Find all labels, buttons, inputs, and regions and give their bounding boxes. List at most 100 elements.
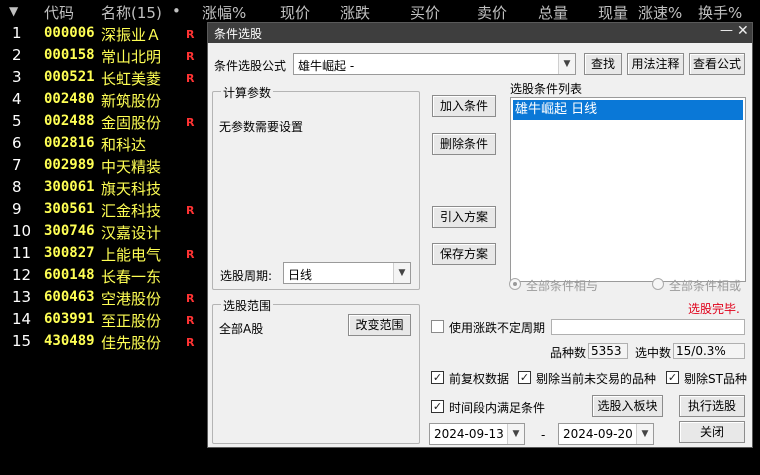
find-button[interactable]: 查找 bbox=[584, 53, 622, 75]
close-icon[interactable]: ✕ bbox=[737, 23, 749, 39]
end-date-picker[interactable]: 2024-09-20 ▼ bbox=[558, 423, 654, 445]
exclude-untraded-checkbox[interactable]: ✓ bbox=[518, 371, 531, 384]
stock-code: 002488 bbox=[44, 113, 95, 129]
row-index: 8 bbox=[12, 178, 22, 196]
stock-code: 002480 bbox=[44, 91, 95, 107]
row-index: 2 bbox=[12, 46, 22, 64]
col-change-pct[interactable]: 涨幅% bbox=[202, 2, 246, 23]
exclude-st-checkbox[interactable]: ✓ bbox=[666, 371, 679, 384]
to-block-button[interactable]: 选股入板块 bbox=[592, 395, 663, 417]
minimize-icon[interactable]: — bbox=[720, 23, 733, 38]
stock-name: 汇金科技 bbox=[101, 202, 162, 220]
condition-list[interactable]: 雄牛崛起 日线 bbox=[510, 97, 746, 282]
stock-name: 常山北明 bbox=[101, 48, 162, 66]
col-turnover[interactable]: 换手% bbox=[698, 2, 742, 23]
view-formula-button[interactable]: 查看公式 bbox=[689, 53, 745, 75]
table-header: ▼ 代码 名称(15) • 涨幅% 现价 涨跌 买价 卖价 总量 现量 涨速% … bbox=[0, 0, 760, 22]
import-plan-button[interactable]: 引入方案 bbox=[432, 206, 496, 228]
delete-condition-button[interactable]: 删除条件 bbox=[432, 133, 496, 155]
list-item[interactable]: 雄牛崛起 日线 bbox=[513, 100, 743, 120]
col-volume[interactable]: 总量 bbox=[538, 2, 568, 23]
fq-data-checkbox[interactable]: ✓ bbox=[431, 371, 444, 384]
condition-list-title: 选股条件列表 bbox=[510, 82, 583, 96]
stock-code: 603991 bbox=[44, 311, 95, 327]
row-index: 12 bbox=[12, 266, 32, 284]
col-speed[interactable]: 涨速% bbox=[638, 2, 682, 23]
row-index: 1 bbox=[12, 24, 22, 42]
status-text: 选股完毕. bbox=[688, 302, 740, 316]
params-group-title: 计算参数 bbox=[221, 84, 274, 101]
chevron-down-icon[interactable]: ▼ bbox=[393, 263, 410, 283]
col-change[interactable]: 涨跌 bbox=[340, 2, 370, 23]
stock-name: 金固股份 bbox=[101, 114, 162, 132]
stock-code: 300746 bbox=[44, 223, 95, 239]
row-index: 15 bbox=[12, 332, 32, 350]
start-date-value: 2024-09-13 bbox=[434, 427, 504, 441]
start-date-picker[interactable]: 2024-09-13 ▼ bbox=[429, 423, 525, 445]
range-group-title: 选股范围 bbox=[221, 297, 274, 314]
margin-flag: R bbox=[186, 50, 195, 63]
chevron-down-icon[interactable]: ▼ bbox=[636, 424, 653, 444]
change-period-input[interactable] bbox=[551, 319, 745, 335]
col-name[interactable]: 名称(15) bbox=[101, 2, 162, 23]
end-date-value: 2024-09-20 bbox=[563, 427, 633, 441]
col-price[interactable]: 现价 bbox=[280, 2, 310, 23]
chevron-down-icon[interactable]: ▼ bbox=[558, 54, 575, 74]
selected-label: 选中数 bbox=[635, 346, 672, 360]
use-change-period-checkbox[interactable] bbox=[431, 320, 444, 333]
formula-select[interactable]: 雄牛崛起 - ▼ bbox=[293, 53, 576, 75]
stock-code: 000006 bbox=[44, 25, 95, 41]
margin-flag: R bbox=[186, 28, 195, 41]
stock-name: 上能电气 bbox=[101, 246, 162, 264]
row-index: 9 bbox=[12, 200, 22, 218]
stock-name: 旗天科技 bbox=[101, 180, 162, 198]
and-conditions-radio[interactable] bbox=[509, 278, 521, 290]
stock-name: 新筑股份 bbox=[101, 92, 162, 110]
dialog-titlebar[interactable]: 条件选股 — ✕ bbox=[208, 23, 752, 43]
stock-code: 300561 bbox=[44, 201, 95, 217]
col-cur-volume[interactable]: 现量 bbox=[598, 2, 628, 23]
usage-notes-button[interactable]: 用法注释 bbox=[627, 53, 684, 75]
row-index: 11 bbox=[12, 244, 32, 262]
period-select[interactable]: 日线 ▼ bbox=[283, 262, 411, 284]
stock-name: 深振业Ａ bbox=[101, 26, 162, 44]
stock-code: 002816 bbox=[44, 135, 95, 151]
use-change-period-label: 使用涨跌不定周期 bbox=[449, 321, 546, 335]
stock-code: 000521 bbox=[44, 69, 95, 85]
add-condition-button[interactable]: 加入条件 bbox=[432, 95, 496, 117]
col-ask[interactable]: 卖价 bbox=[477, 2, 507, 23]
stock-name: 佳先股份 bbox=[101, 334, 162, 352]
row-index: 6 bbox=[12, 134, 22, 152]
or-conditions-label: 全部条件相或 bbox=[669, 279, 742, 293]
chevron-down-icon[interactable]: ▼ bbox=[507, 424, 524, 444]
or-conditions-radio[interactable] bbox=[652, 278, 664, 290]
row-index: 14 bbox=[12, 310, 32, 328]
sort-toggle[interactable]: ▼ bbox=[9, 4, 18, 18]
fq-data-label: 前复权数据 bbox=[449, 372, 510, 386]
period-satisfy-checkbox[interactable]: ✓ bbox=[431, 400, 444, 413]
save-plan-button[interactable]: 保存方案 bbox=[432, 243, 496, 265]
stock-name: 中天精装 bbox=[101, 158, 162, 176]
stock-name: 和科达 bbox=[101, 136, 147, 154]
row-index: 4 bbox=[12, 90, 22, 108]
date-separator: - bbox=[541, 428, 546, 442]
close-button[interactable]: 关闭 bbox=[679, 421, 745, 443]
margin-flag: R bbox=[186, 248, 195, 261]
stock-code: 600463 bbox=[44, 289, 95, 305]
stock-code: 430489 bbox=[44, 333, 95, 349]
range-group: 选股范围 全部A股 改变范围 bbox=[212, 297, 420, 444]
stock-name: 至正股份 bbox=[101, 312, 162, 330]
change-range-button[interactable]: 改变范围 bbox=[348, 314, 411, 336]
period-label: 选股周期: bbox=[220, 269, 273, 283]
stock-code: 300061 bbox=[44, 179, 95, 195]
col-dot: • bbox=[172, 2, 181, 20]
row-index: 7 bbox=[12, 156, 22, 174]
row-index: 10 bbox=[12, 222, 32, 240]
exclude-untraded-label: 剔除当前未交易的品种 bbox=[536, 372, 657, 386]
execute-select-button[interactable]: 执行选股 bbox=[679, 395, 745, 417]
params-group: 计算参数 无参数需要设置 选股周期: 日线 ▼ bbox=[212, 84, 420, 290]
col-code[interactable]: 代码 bbox=[44, 2, 74, 23]
col-bid[interactable]: 买价 bbox=[410, 2, 440, 23]
margin-flag: R bbox=[186, 72, 195, 85]
margin-flag: R bbox=[186, 116, 195, 129]
